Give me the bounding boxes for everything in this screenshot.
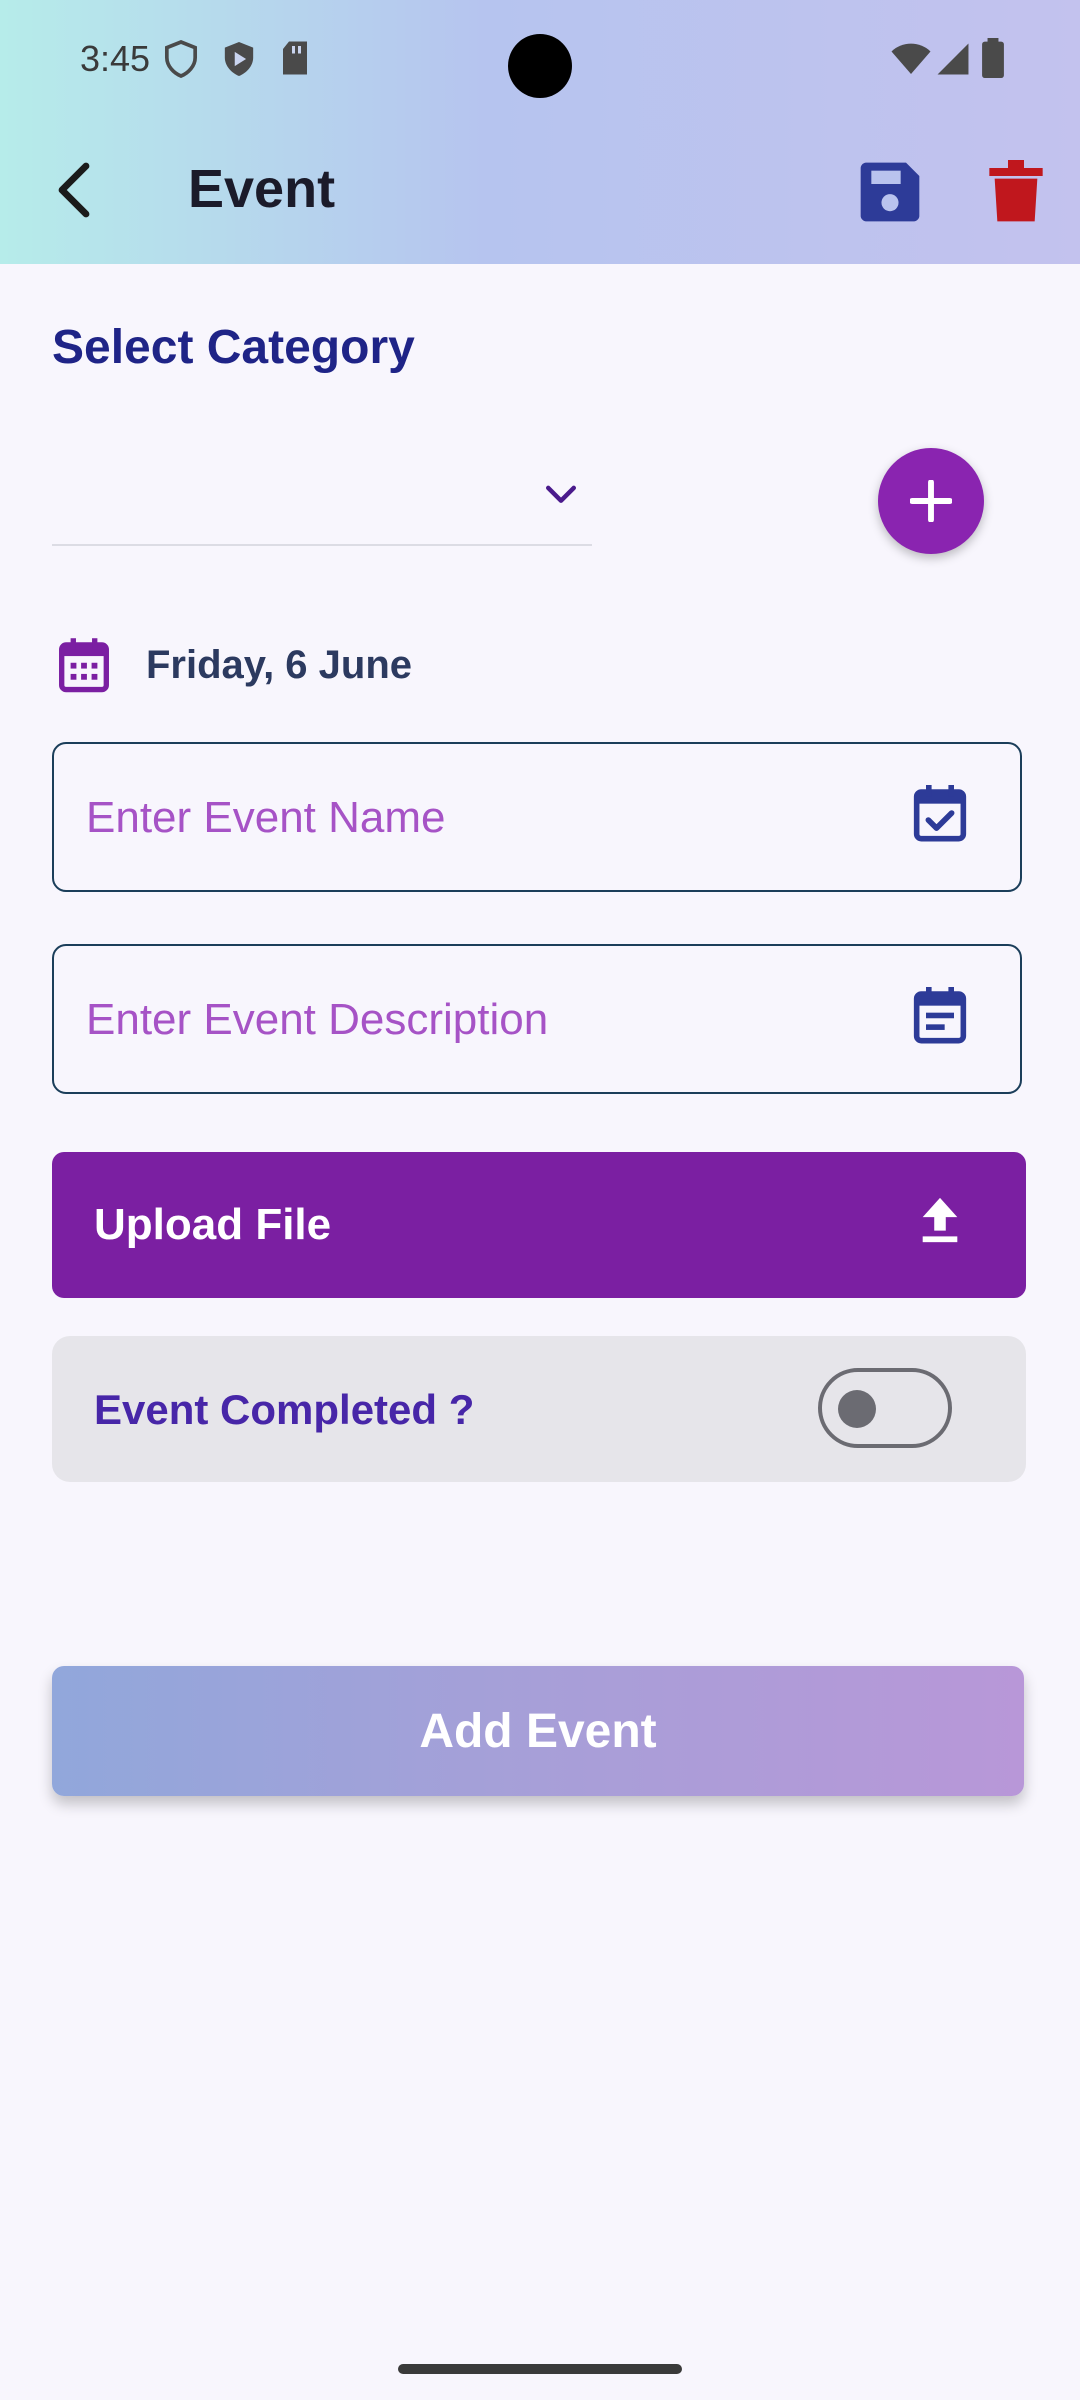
upload-icon (922, 1197, 958, 1243)
select-category-title: Select Category (52, 321, 415, 374)
arrow-back-icon (58, 162, 90, 218)
calendar-icon (59, 638, 109, 693)
plus-icon (910, 480, 952, 522)
add-event-label: Add Event (419, 1704, 657, 1758)
camera-cutout (508, 34, 572, 98)
wifi-icon (891, 43, 931, 74)
event-name-field[interactable] (52, 742, 1022, 892)
battery-icon (982, 38, 1004, 78)
status-time: 3:45 (80, 38, 151, 79)
event-completed-label: Event Completed ? (94, 1386, 475, 1433)
sd-card-status-icon (283, 41, 307, 75)
event-completed-switch[interactable] (818, 1368, 952, 1448)
home-indicator[interactable] (398, 2364, 682, 2374)
selected-date: Friday, 6 June (146, 642, 413, 687)
switch-knob (838, 1390, 876, 1428)
event-name-input[interactable] (84, 744, 908, 892)
delete-button[interactable] (988, 160, 1044, 224)
date-picker[interactable]: Friday, 6 June (56, 630, 412, 700)
play-protect-status-icon (224, 42, 254, 76)
save-button[interactable] (858, 160, 922, 224)
signal-icon (937, 43, 969, 75)
add-event-button[interactable]: Add Event (52, 1666, 1024, 1796)
event-completed-row: Event Completed ? (52, 1336, 1026, 1482)
category-dropdown[interactable] (52, 460, 592, 546)
event-available-icon (913, 785, 967, 842)
add-category-button[interactable] (878, 448, 984, 554)
event-description-field[interactable] (52, 944, 1022, 1094)
back-button[interactable] (44, 150, 104, 230)
chevron-down-icon (545, 485, 577, 503)
upload-file-button[interactable]: Upload File (52, 1152, 1026, 1298)
event-description-input[interactable] (84, 946, 908, 1094)
event-note-icon (913, 987, 967, 1044)
page-title: Event (188, 159, 336, 219)
app-bar: 3:45 Event (0, 0, 1080, 264)
shield-status-icon (164, 40, 198, 78)
upload-file-label: Upload File (94, 1200, 332, 1249)
